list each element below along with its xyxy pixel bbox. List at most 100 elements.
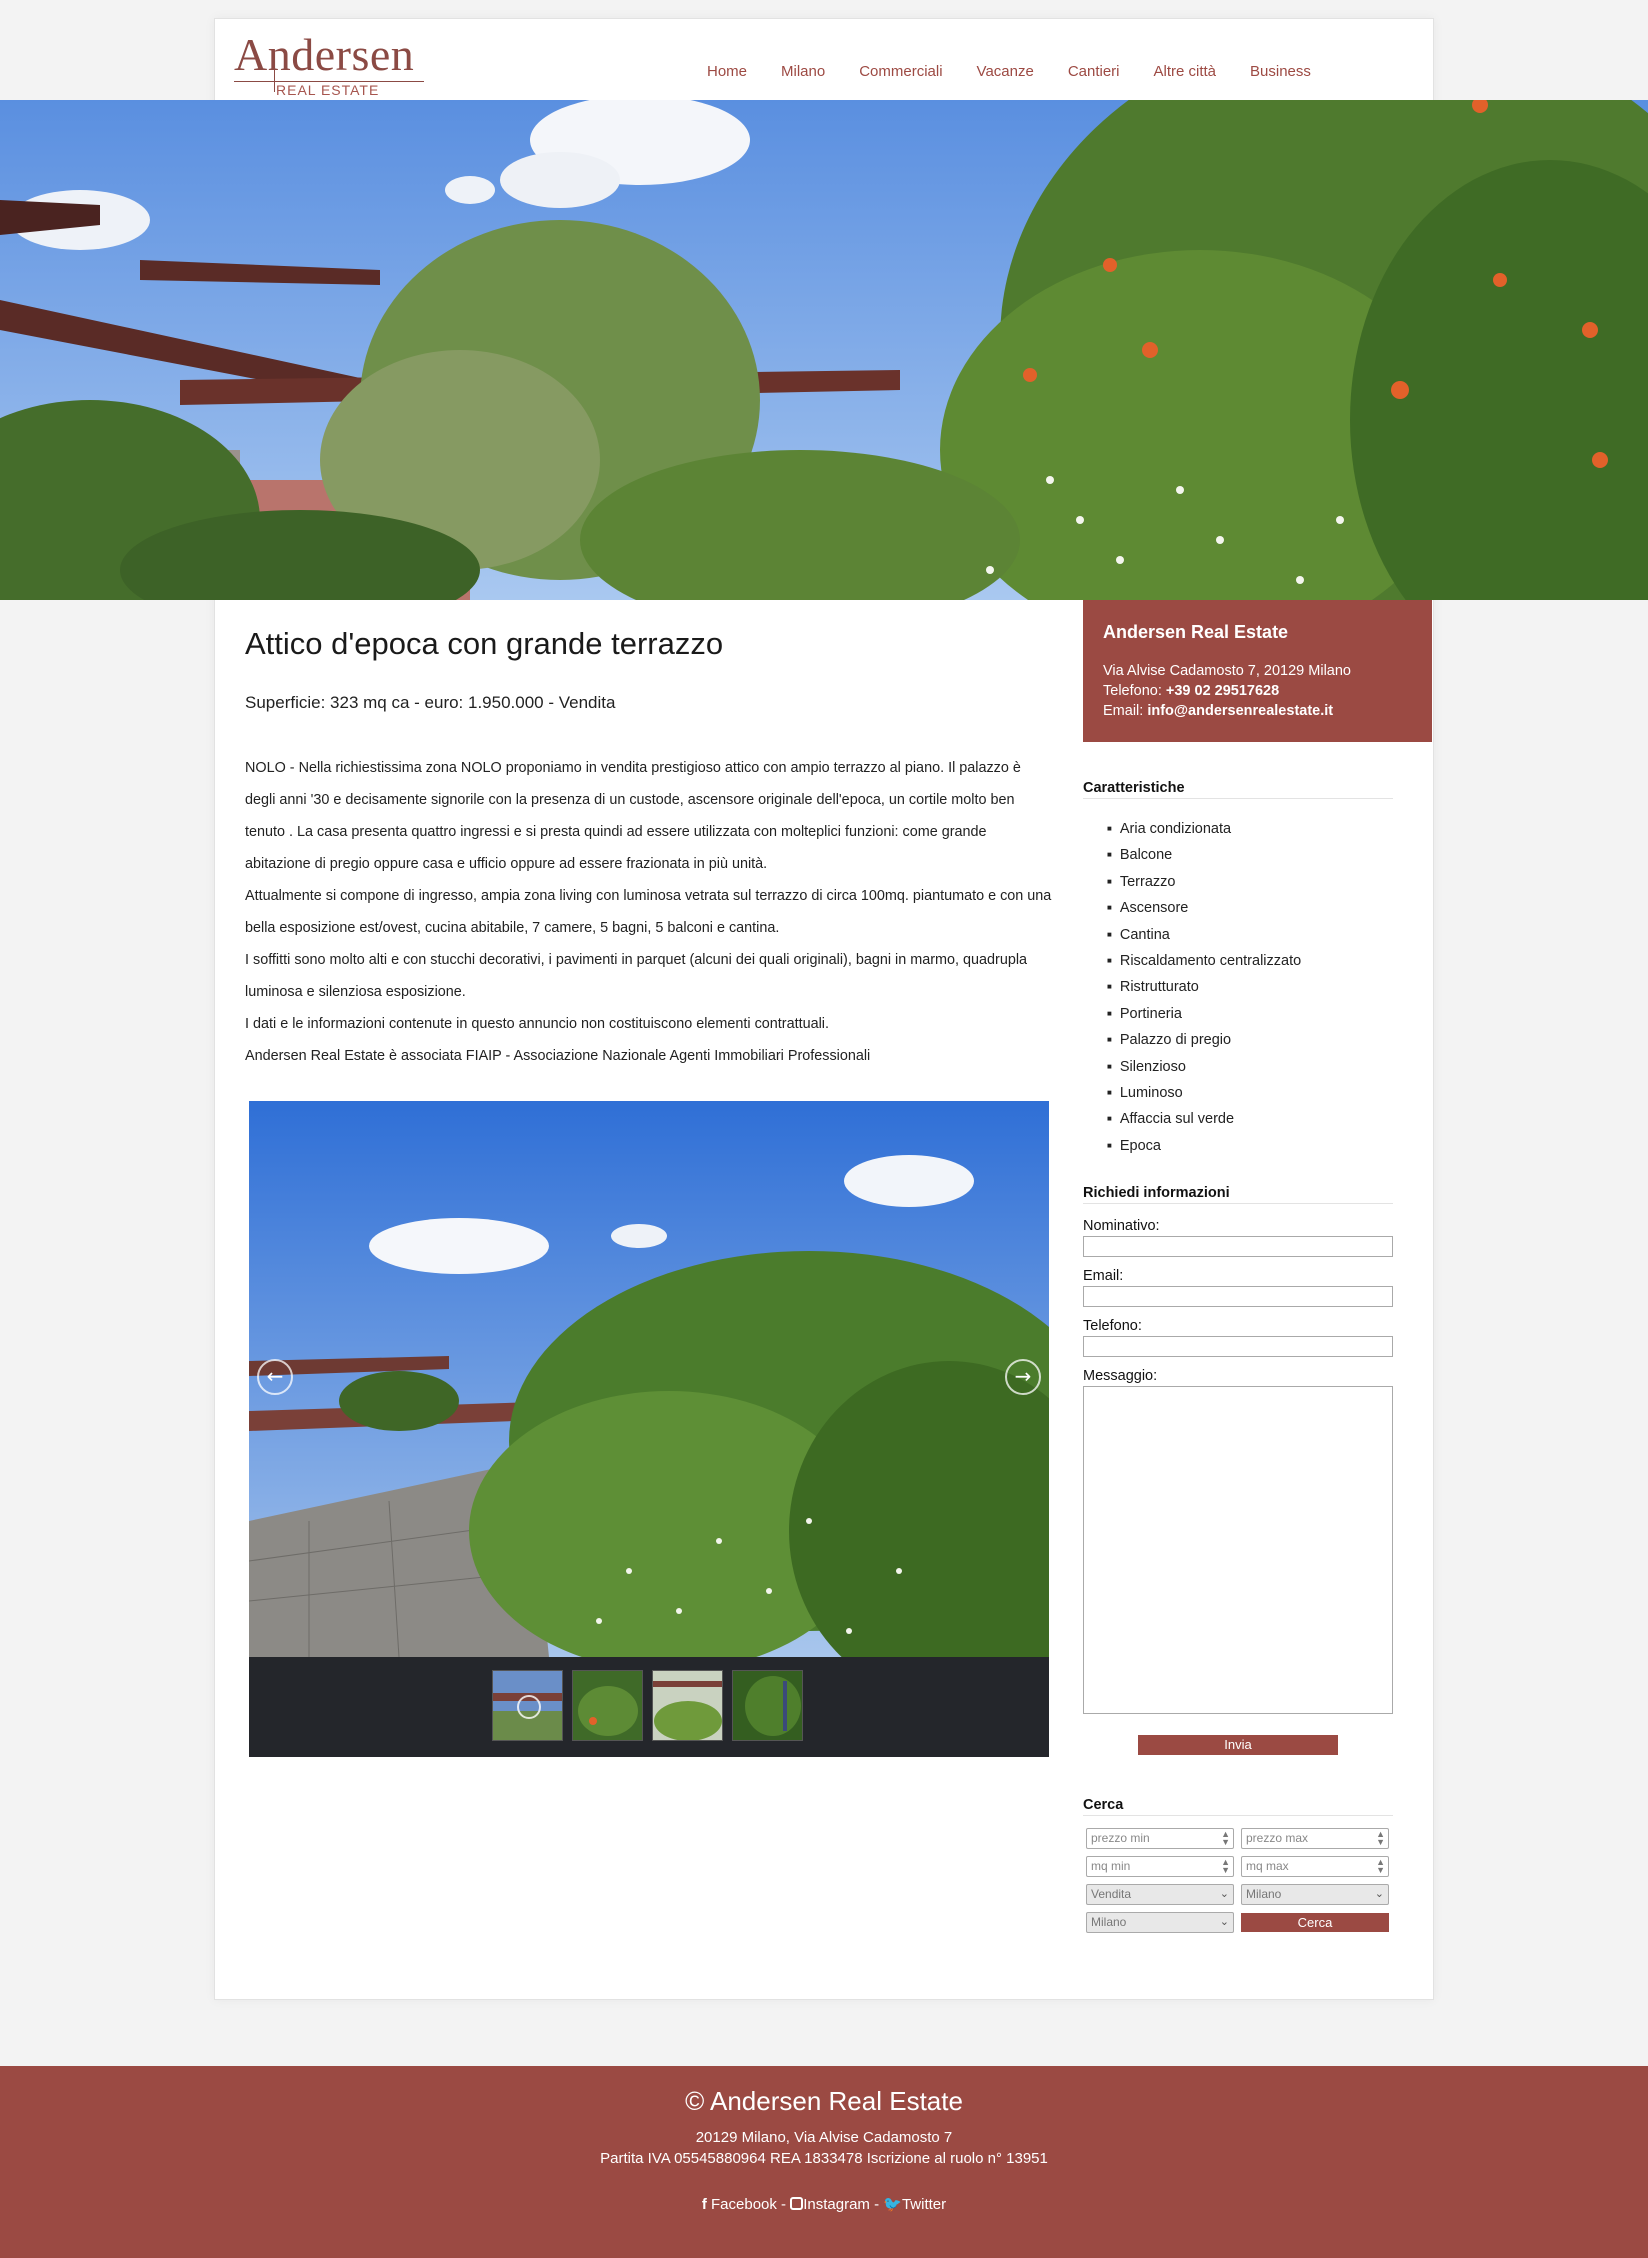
message-field[interactable] (1083, 1386, 1393, 1714)
gallery-thumbnails (492, 1670, 803, 1741)
site-logo[interactable]: Andersen REAL ESTATE (234, 26, 434, 98)
arrow-right-icon: → (1014, 1364, 1032, 1388)
chevron-down-icon: ⌄ (1219, 1888, 1229, 1900)
sqm-min-input[interactable]: mq min ▲ ▼ (1086, 1856, 1234, 1877)
sqm-min-placeholder: mq min (1091, 1859, 1131, 1873)
footer-copyright: © Andersen Real Estate (685, 2086, 963, 2116)
gallery-main-photo[interactable]: ← → (249, 1101, 1049, 1657)
feature-item: Palazzo di pregio (1107, 1028, 1301, 1054)
agency-phone-label: Telefono: (1103, 683, 1166, 699)
feature-item: Balcone (1107, 843, 1301, 869)
agency-email-label: Email: (1103, 703, 1148, 719)
logo-tagline: REAL ESTATE (276, 82, 380, 98)
stepper-icon[interactable]: ▲ ▼ (1376, 1858, 1385, 1875)
nav-cantieri[interactable]: Cantieri (1051, 63, 1137, 80)
instagram-icon (790, 2197, 804, 2210)
city-select[interactable]: Milano ⌄ (1241, 1884, 1389, 1905)
search-button[interactable]: Cerca (1241, 1913, 1389, 1932)
name-label: Nominativo: (1083, 1218, 1160, 1234)
listing-title: Attico d'epoca con grande terrazzo (245, 626, 724, 661)
price-min-placeholder: prezzo min (1091, 1831, 1150, 1845)
feature-item: Ristrutturato (1107, 975, 1301, 1001)
site-footer: © Andersen Real Estate 20129 Milano, Via… (0, 2066, 1648, 2258)
nav-vacanze[interactable]: Vacanze (960, 63, 1051, 80)
arrow-left-icon: ← (266, 1364, 284, 1388)
zone-select[interactable]: Milano ⌄ (1086, 1912, 1234, 1933)
gallery-thumbnail[interactable] (732, 1670, 803, 1741)
price-max-input[interactable]: prezzo max ▲ ▼ (1241, 1828, 1389, 1849)
feature-item: Riscaldamento centralizzato (1107, 949, 1301, 975)
social-links: f Facebook - Instagram - 🐦Twitter (0, 2195, 1648, 2213)
stepper-icon[interactable]: ▲ ▼ (1376, 1830, 1385, 1847)
stepper-icon[interactable]: ▲ ▼ (1221, 1858, 1230, 1875)
gallery-prev-button[interactable]: ← (257, 1359, 293, 1395)
nav-commerciali[interactable]: Commerciali (842, 63, 959, 80)
logo-name: Andersen (234, 29, 415, 80)
phone-field[interactable] (1083, 1336, 1393, 1357)
features-title: Caratteristiche (1083, 780, 1393, 799)
agency-address: Via Alvise Cadamosto 7, 20129 Milano (1103, 663, 1351, 679)
facebook-label: Facebook (711, 2196, 777, 2213)
name-field[interactable] (1083, 1236, 1393, 1257)
feature-item: Luminoso (1107, 1081, 1301, 1107)
twitter-label: Twitter (901, 2196, 947, 2213)
features-list: Aria condizionata Balcone Terrazzo Ascen… (1107, 817, 1301, 1160)
description-paragraph: Attualmente si compone di ingresso, ampi… (245, 888, 1052, 936)
email-label: Email: (1083, 1268, 1124, 1284)
twitter-link[interactable]: 🐦Twitter (883, 2196, 946, 2213)
agency-email-line: Email: info@andersenrealestate.it (1103, 701, 1412, 721)
contact-form: Nominativo: Email: Telefono: Messaggio: (1083, 1216, 1393, 1714)
zone-value: Milano (1091, 1915, 1127, 1929)
listing-description: NOLO - Nella richiestissima zona NOLO pr… (245, 752, 1053, 1072)
send-button[interactable]: Invia (1138, 1735, 1338, 1755)
photo-gallery: ← → (249, 1101, 1049, 1757)
logo-mark (274, 66, 275, 92)
city-value: Milano (1246, 1887, 1282, 1901)
nav-business[interactable]: Business (1233, 63, 1328, 80)
feature-item: Portineria (1107, 1002, 1301, 1028)
agency-name: Andersen Real Estate (1103, 622, 1289, 642)
nav-milano[interactable]: Milano (764, 63, 842, 80)
hero-image (0, 100, 1648, 600)
feature-item: Terrazzo (1107, 870, 1301, 896)
play-icon (517, 1695, 541, 1719)
contract-select[interactable]: Vendita ⌄ (1086, 1884, 1234, 1905)
description-paragraph: I dati e le informazioni contenute in qu… (245, 1016, 829, 1032)
description-paragraph: NOLO - Nella richiestissima zona NOLO pr… (245, 760, 1021, 872)
feature-item: Cantina (1107, 923, 1301, 949)
facebook-link[interactable]: f Facebook (702, 2196, 777, 2213)
phone-label: Telefono: (1083, 1318, 1142, 1334)
agency-email[interactable]: info@andersenrealestate.it (1147, 703, 1333, 719)
feature-item: Ascensore (1107, 896, 1301, 922)
email-field[interactable] (1083, 1286, 1393, 1307)
gallery-thumbnail[interactable] (492, 1670, 563, 1741)
price-min-input[interactable]: prezzo min ▲ ▼ (1086, 1828, 1234, 1849)
contract-value: Vendita (1091, 1887, 1132, 1901)
search-form: prezzo min ▲ ▼ prezzo max ▲ ▼ mq min ▲ ▼ mq ma… (1086, 1828, 1390, 1933)
nav-altre-citta[interactable]: Altre città (1137, 63, 1234, 80)
agency-phone[interactable]: +39 02 29517628 (1166, 683, 1279, 699)
search-title: Cerca (1083, 1797, 1393, 1816)
feature-item: Aria condizionata (1107, 817, 1301, 843)
nav-home[interactable]: Home (690, 63, 764, 80)
feature-item: Epoca (1107, 1134, 1301, 1160)
separator: - (869, 2196, 884, 2213)
instagram-link[interactable]: Instagram (790, 2196, 870, 2213)
description-paragraph: Andersen Real Estate è associata FIAIP -… (245, 1048, 871, 1064)
message-label: Messaggio: (1083, 1368, 1158, 1384)
main-nav: Home Milano Commerciali Vacanze Cantieri… (690, 63, 1328, 80)
footer-address: 20129 Milano, Via Alvise Cadamosto 7 (695, 2129, 953, 2146)
gallery-next-button[interactable]: → (1005, 1359, 1041, 1395)
price-max-placeholder: prezzo max (1246, 1831, 1309, 1845)
sqm-max-input[interactable]: mq max ▲ ▼ (1241, 1856, 1389, 1877)
stepper-icon[interactable]: ▲ ▼ (1221, 1830, 1230, 1847)
agency-info-box: Andersen Real Estate Via Alvise Cadamost… (1083, 600, 1432, 742)
instagram-label: Instagram (803, 2196, 870, 2213)
gallery-thumbnail[interactable] (652, 1670, 723, 1741)
separator: - (776, 2196, 791, 2213)
twitter-icon: 🐦 (883, 2196, 902, 2213)
footer-legal: Partita IVA 05545880964 REA 1833478 Iscr… (600, 2150, 1048, 2167)
gallery-thumbnail[interactable] (572, 1670, 643, 1741)
listing-summary: Superficie: 323 mq ca - euro: 1.950.000 … (245, 693, 616, 712)
description-paragraph: I soffitti sono molto alti e con stucchi… (245, 952, 1028, 1000)
